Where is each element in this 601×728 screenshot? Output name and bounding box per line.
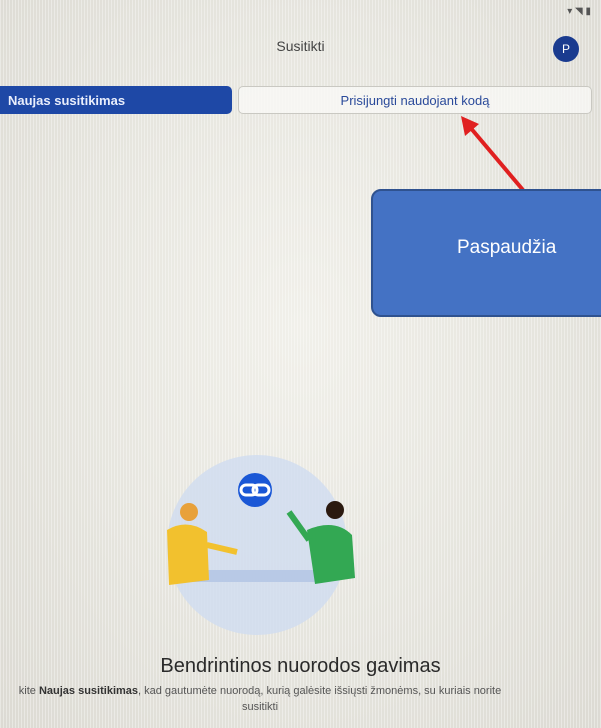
status-bar-icons: ▾ ◥ ▮ (567, 6, 591, 17)
callout-text: Paspaudžia (457, 237, 557, 258)
app-title: Susitikti (276, 38, 325, 54)
person-right-head (326, 501, 344, 519)
desc-bold: Naujas susitikimas (38, 685, 139, 697)
callout-box: Paspaudžia (371, 189, 601, 317)
content-heading: Bendrintinos nuorodos gavimas (160, 655, 441, 677)
person-left-body (167, 524, 209, 585)
avatar[interactable]: P (553, 36, 579, 62)
link-icon (238, 473, 272, 507)
new-meeting-button[interactable]: Naujas susitikimas (0, 86, 232, 114)
join-with-code-button[interactable]: Prisijungti naudojant kodą (238, 86, 592, 114)
person-left-head (180, 503, 198, 521)
content-description: kite Naujas susitikimas, kad gautumėte n… (18, 685, 502, 713)
red-arrow-annotation (461, 116, 525, 192)
meeting-illustration (167, 455, 355, 635)
person-right-body (307, 525, 355, 584)
